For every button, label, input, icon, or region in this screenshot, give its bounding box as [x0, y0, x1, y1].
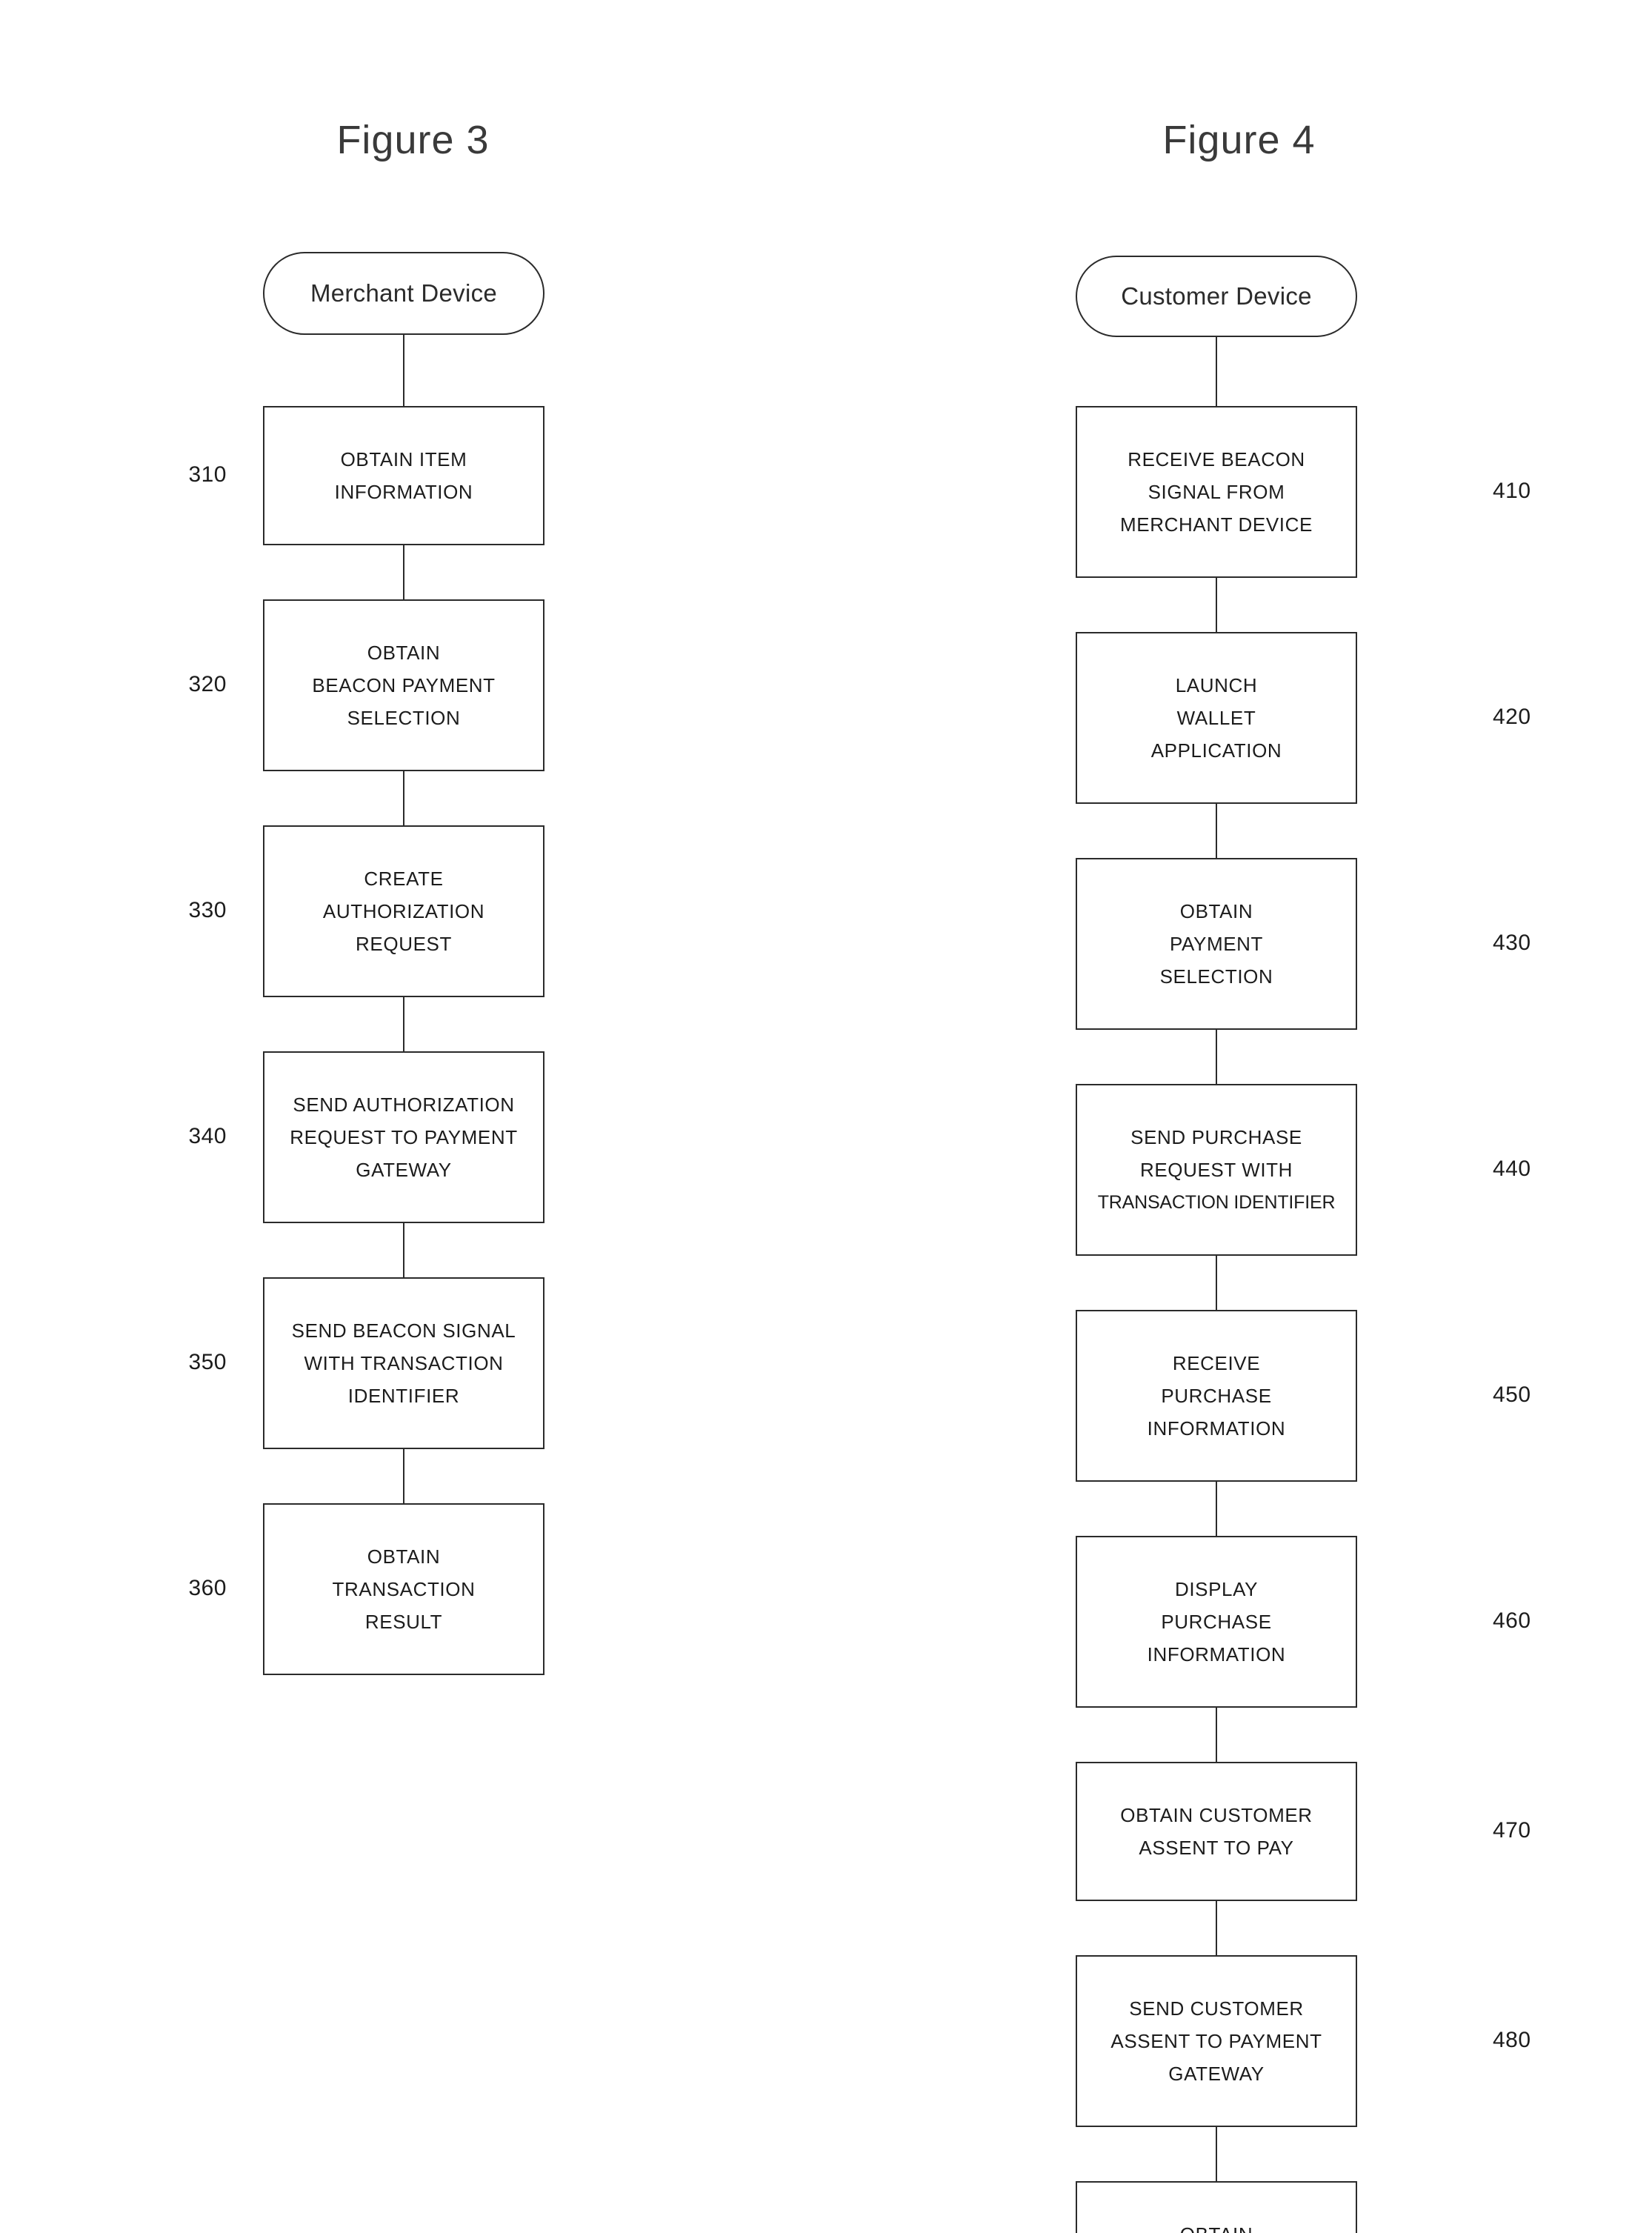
- figure-4-terminator-label: Customer Device: [1121, 282, 1312, 310]
- process-box-470-line-1: OBTAIN CUSTOMER: [1120, 1804, 1313, 1826]
- process-box-350-line-2: WITH TRANSACTION: [304, 1352, 504, 1374]
- flow-connector: [403, 1223, 404, 1277]
- process-box-340-line-2: REQUEST TO PAYMENT: [290, 1126, 518, 1148]
- process-box-310-line-2: INFORMATION: [334, 481, 473, 503]
- process-box-470-line-2: ASSENT TO PAY: [1139, 1837, 1294, 1859]
- reference-numeral-320: 320: [188, 672, 227, 696]
- process-box-360: OBTAIN TRANSACTION RESULT: [263, 1503, 544, 1675]
- process-box-320-line-2: BEACON PAYMENT: [312, 674, 496, 696]
- figure-4-title: Figure 4: [1162, 118, 1316, 162]
- figure-4-terminator-customer-device: Customer Device: [1076, 256, 1357, 337]
- process-box-320-line-1: OBTAIN: [367, 642, 441, 664]
- process-box-340-line-1: SEND AUTHORIZATION: [293, 1094, 515, 1116]
- process-box-490-line-1: OBTAIN: [1180, 2218, 1253, 2233]
- figure-3-title: Figure 3: [336, 118, 490, 162]
- process-box-430-line-1: OBTAIN: [1179, 900, 1253, 922]
- process-box-480-line-2: ASSENT TO PAYMENT: [1110, 2030, 1322, 2052]
- flow-connector: [1216, 578, 1217, 632]
- process-box-350: SEND BEACON SIGNAL WITH TRANSACTION IDENTI…: [263, 1277, 544, 1449]
- reference-numeral-440: 440: [1493, 1157, 1531, 1181]
- process-box-460-line-2: PURCHASE: [1161, 1611, 1272, 1633]
- reference-numeral-330: 330: [188, 898, 227, 922]
- process-box-320: OBTAIN BEACON PAYMENT SELECTION: [263, 599, 544, 771]
- process-box-430-line-2: PAYMENT: [1169, 933, 1264, 955]
- figure-3-terminator-label: Merchant Device: [310, 279, 498, 307]
- process-box-410: RECEIVE BEACON SIGNAL FROM MERCHANT DEVICE: [1076, 406, 1357, 578]
- process-box-420: LAUNCH WALLET APPLICATION: [1076, 632, 1357, 804]
- flow-connector: [403, 545, 404, 599]
- process-box-450-line-3: INFORMATION: [1147, 1417, 1286, 1440]
- process-box-440-line-1: SEND PURCHASE: [1130, 1126, 1302, 1148]
- process-box-350-line-1: SEND BEACON SIGNAL: [291, 1320, 516, 1342]
- process-box-480-line-1: SEND CUSTOMER: [1129, 1997, 1304, 2020]
- process-box-360-line-3: RESULT: [364, 1611, 443, 1633]
- process-box-410-line-3: MERCHANT DEVICE: [1120, 513, 1313, 536]
- process-box-310-line-1: OBTAIN ITEM: [340, 448, 467, 470]
- process-box-330: CREATE AUTHORIZATION REQUEST: [263, 825, 544, 997]
- flow-connector: [1216, 1708, 1217, 1762]
- process-box-450-line-1: RECEIVE: [1172, 1352, 1261, 1374]
- reference-numeral-340: 340: [188, 1124, 227, 1148]
- process-box-480: SEND CUSTOMER ASSENT TO PAYMENT GATEWAY: [1076, 1955, 1357, 2127]
- process-box-440: SEND PURCHASE REQUEST WITH TRANSACTION IDE…: [1076, 1084, 1357, 1256]
- flow-connector: [1216, 1256, 1217, 1310]
- reference-numeral-470: 470: [1493, 1818, 1531, 1843]
- reference-numeral-410: 410: [1493, 479, 1531, 503]
- process-box-460-line-1: DISPLAY: [1174, 1578, 1259, 1600]
- flow-connector: [403, 335, 404, 406]
- process-box-430-line-3: SELECTION: [1159, 965, 1273, 988]
- process-box-340-line-3: GATEWAY: [356, 1159, 452, 1181]
- process-box-330-line-1: CREATE: [364, 868, 444, 890]
- process-box-460: DISPLAY PURCHASE INFORMATION: [1076, 1536, 1357, 1708]
- reference-numeral-450: 450: [1493, 1382, 1531, 1407]
- reference-numeral-430: 430: [1493, 931, 1531, 955]
- process-box-430: OBTAIN PAYMENT SELECTION: [1076, 858, 1357, 1030]
- figure-3-terminator-merchant-device: Merchant Device: [263, 252, 544, 335]
- process-box-420-line-1: LAUNCH: [1175, 674, 1258, 696]
- figure-4: Figure 4 Customer Device RECEIVE BEACON S…: [826, 0, 1652, 2233]
- process-box-420-line-3: APPLICATION: [1150, 739, 1282, 762]
- process-box-450: RECEIVE PURCHASE INFORMATION: [1076, 1310, 1357, 1482]
- flow-connector: [403, 997, 404, 1051]
- flow-connector: [403, 1449, 404, 1503]
- process-box-440-line-2: REQUEST WITH: [1139, 1159, 1293, 1181]
- reference-numeral-360: 360: [188, 1576, 227, 1600]
- reference-numeral-350: 350: [188, 1350, 227, 1374]
- flow-connector: [1216, 1901, 1217, 1955]
- flow-connector: [1216, 337, 1217, 406]
- process-box-470: OBTAIN CUSTOMER ASSENT TO PAY: [1076, 1762, 1357, 1901]
- process-box-310: OBTAIN ITEM INFORMATION: [263, 406, 544, 545]
- figure-3: Figure 3 Merchant Device OBTAIN ITEM INFO…: [0, 0, 826, 2233]
- flow-connector: [1216, 2127, 1217, 2181]
- process-box-410-line-2: SIGNAL FROM: [1148, 481, 1285, 503]
- flow-connector: [1216, 1030, 1217, 1084]
- process-box-410-line-1: RECEIVE BEACON: [1128, 448, 1305, 470]
- flow-connector: [403, 771, 404, 825]
- process-box-320-line-3: SELECTION: [347, 707, 461, 729]
- process-box-330-line-3: REQUEST: [356, 933, 452, 955]
- process-box-460-line-3: INFORMATION: [1147, 1643, 1286, 1665]
- process-box-420-line-2: WALLET: [1176, 707, 1256, 729]
- process-box-450-line-2: PURCHASE: [1161, 1385, 1272, 1407]
- flow-connector: [1216, 1482, 1217, 1536]
- process-box-360-line-1: OBTAIN: [367, 1545, 441, 1568]
- process-box-330-line-2: AUTHORIZATION: [322, 900, 485, 922]
- reference-numeral-480: 480: [1493, 2028, 1531, 2052]
- reference-numeral-460: 460: [1493, 1608, 1531, 1633]
- patent-drawing-sheet: Figure 3 Merchant Device OBTAIN ITEM INFO…: [0, 0, 1652, 2233]
- process-box-440-line-3: TRANSACTION IDENTIFIER: [1097, 1192, 1336, 1213]
- process-box-360-line-2: TRANSACTION: [332, 1578, 476, 1600]
- flow-connector: [1216, 804, 1217, 858]
- reference-numeral-420: 420: [1493, 705, 1531, 729]
- reference-numeral-310: 310: [188, 462, 227, 487]
- process-box-490: OBTAINTRANSACTIONRESULT: [1076, 2181, 1357, 2233]
- process-box-340: SEND AUTHORIZATION REQUEST TO PAYMENT GATE…: [263, 1051, 544, 1223]
- process-box-350-line-3: IDENTIFIER: [347, 1385, 460, 1407]
- process-box-480-line-3: GATEWAY: [1168, 2063, 1265, 2085]
